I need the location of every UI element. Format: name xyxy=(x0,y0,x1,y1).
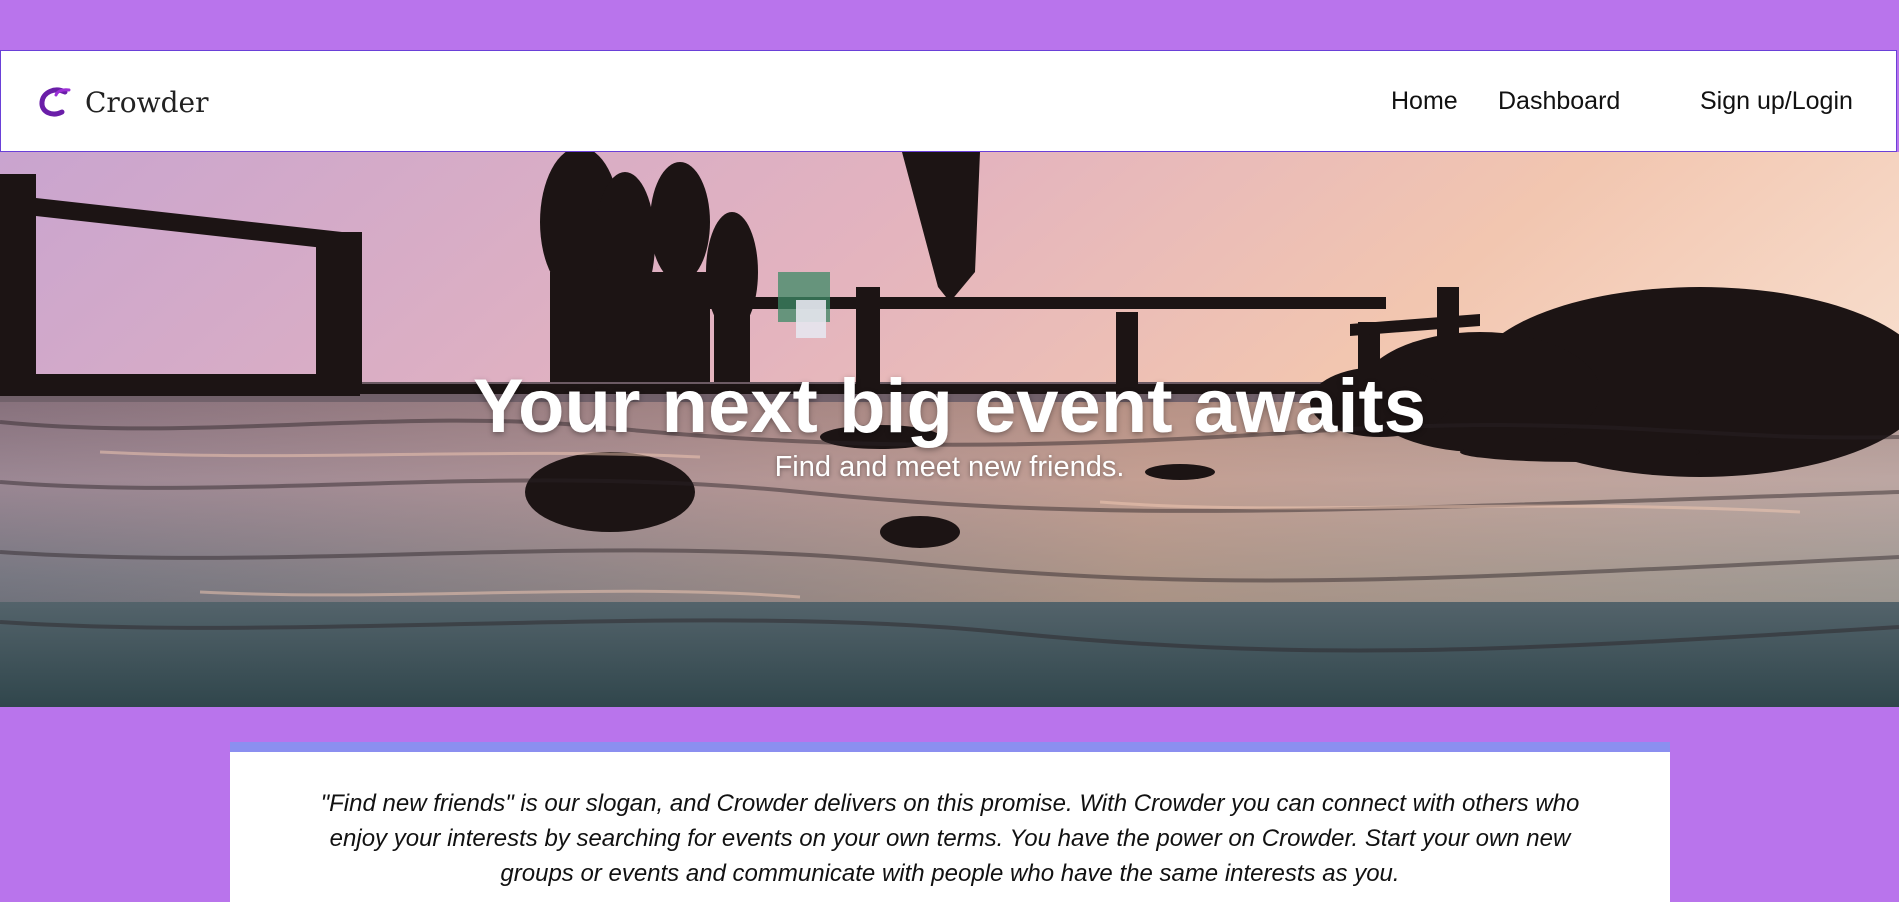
top-navbar: Crowder Home Dashboard Sign up/Login xyxy=(0,50,1897,152)
nav-home-link[interactable]: Home xyxy=(1391,89,1458,114)
brand-name: Crowder xyxy=(85,86,209,119)
hero-subtitle: Find and meet new friends. xyxy=(774,451,1125,483)
hero-banner: Your next big event awaits Find and meet… xyxy=(0,152,1899,707)
about-card: "Find new friends" is our slogan, and Cr… xyxy=(230,742,1670,902)
nav-signup-login-link[interactable]: Sign up/Login xyxy=(1700,89,1853,114)
crowder-c-logo-icon xyxy=(39,87,71,117)
nav-dashboard-link[interactable]: Dashboard xyxy=(1498,89,1620,114)
brand-home-link[interactable]: Crowder xyxy=(35,83,209,123)
hero-title: Your next big event awaits xyxy=(472,364,1427,449)
about-text: "Find new friends" is our slogan, and Cr… xyxy=(320,790,1580,887)
